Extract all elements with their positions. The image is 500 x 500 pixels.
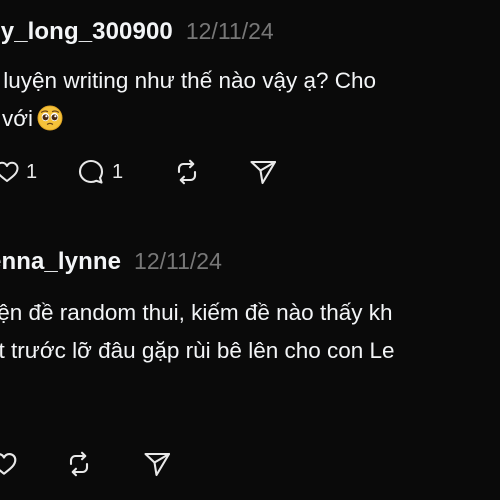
heart-icon [0,161,19,182]
post-text-line: yện đề random thui, kiếm đề nào thấy kh [0,300,393,325]
repost-icon [69,451,89,477]
send-icon [144,452,171,477]
reply-count: 1 [112,160,124,183]
repost-button[interactable] [64,444,94,484]
repost-button[interactable] [172,152,202,192]
post-text-line-text: os với [0,106,34,131]
post-username[interactable]: uy_long_300900 [0,18,173,46]
like-count: 1 [26,160,38,183]
thread-post: enna_lynne 12/11/24 yện đề random thui, … [0,236,500,500]
thread-screen: uy_long_300900 12/11/24 ạn luyện writing… [0,0,500,500]
post-text-line-2: ết trước lỡ đâu gặp rùi bê lên cho con L… [0,338,395,363]
pleading-face-emoji [37,105,63,143]
like-button[interactable]: 1 [0,152,37,192]
share-button[interactable] [142,444,172,484]
post-text-line: ạn luyện writing như thế nào vậy ạ? Cho [0,68,377,93]
post-actions [0,444,500,484]
repost-icon [177,159,197,185]
thread-post: uy_long_300900 12/11/24 ạn luyện writing… [0,0,500,200]
post-actions: 1 1 [0,152,500,192]
post-text-line-2: os với [0,100,376,143]
like-button[interactable] [0,444,18,484]
post-timestamp: 12/11/24 [134,248,222,274]
comment-icon [78,159,104,184]
heart-icon [0,453,17,475]
post-body: ạn luyện writing như thế nào vậy ạ? Cho … [0,62,376,143]
post-timestamp: 12/11/24 [185,18,274,44]
post-body: yện đề random thui, kiếm đề nào thấy kh … [0,294,395,370]
send-icon [250,160,277,185]
share-button[interactable] [248,152,278,192]
post-username[interactable]: enna_lynne [0,248,121,276]
post-header: uy_long_300900 12/11/24 [0,18,274,46]
post-header: enna_lynne 12/11/24 [0,248,222,276]
reply-button[interactable]: 1 [76,152,123,192]
